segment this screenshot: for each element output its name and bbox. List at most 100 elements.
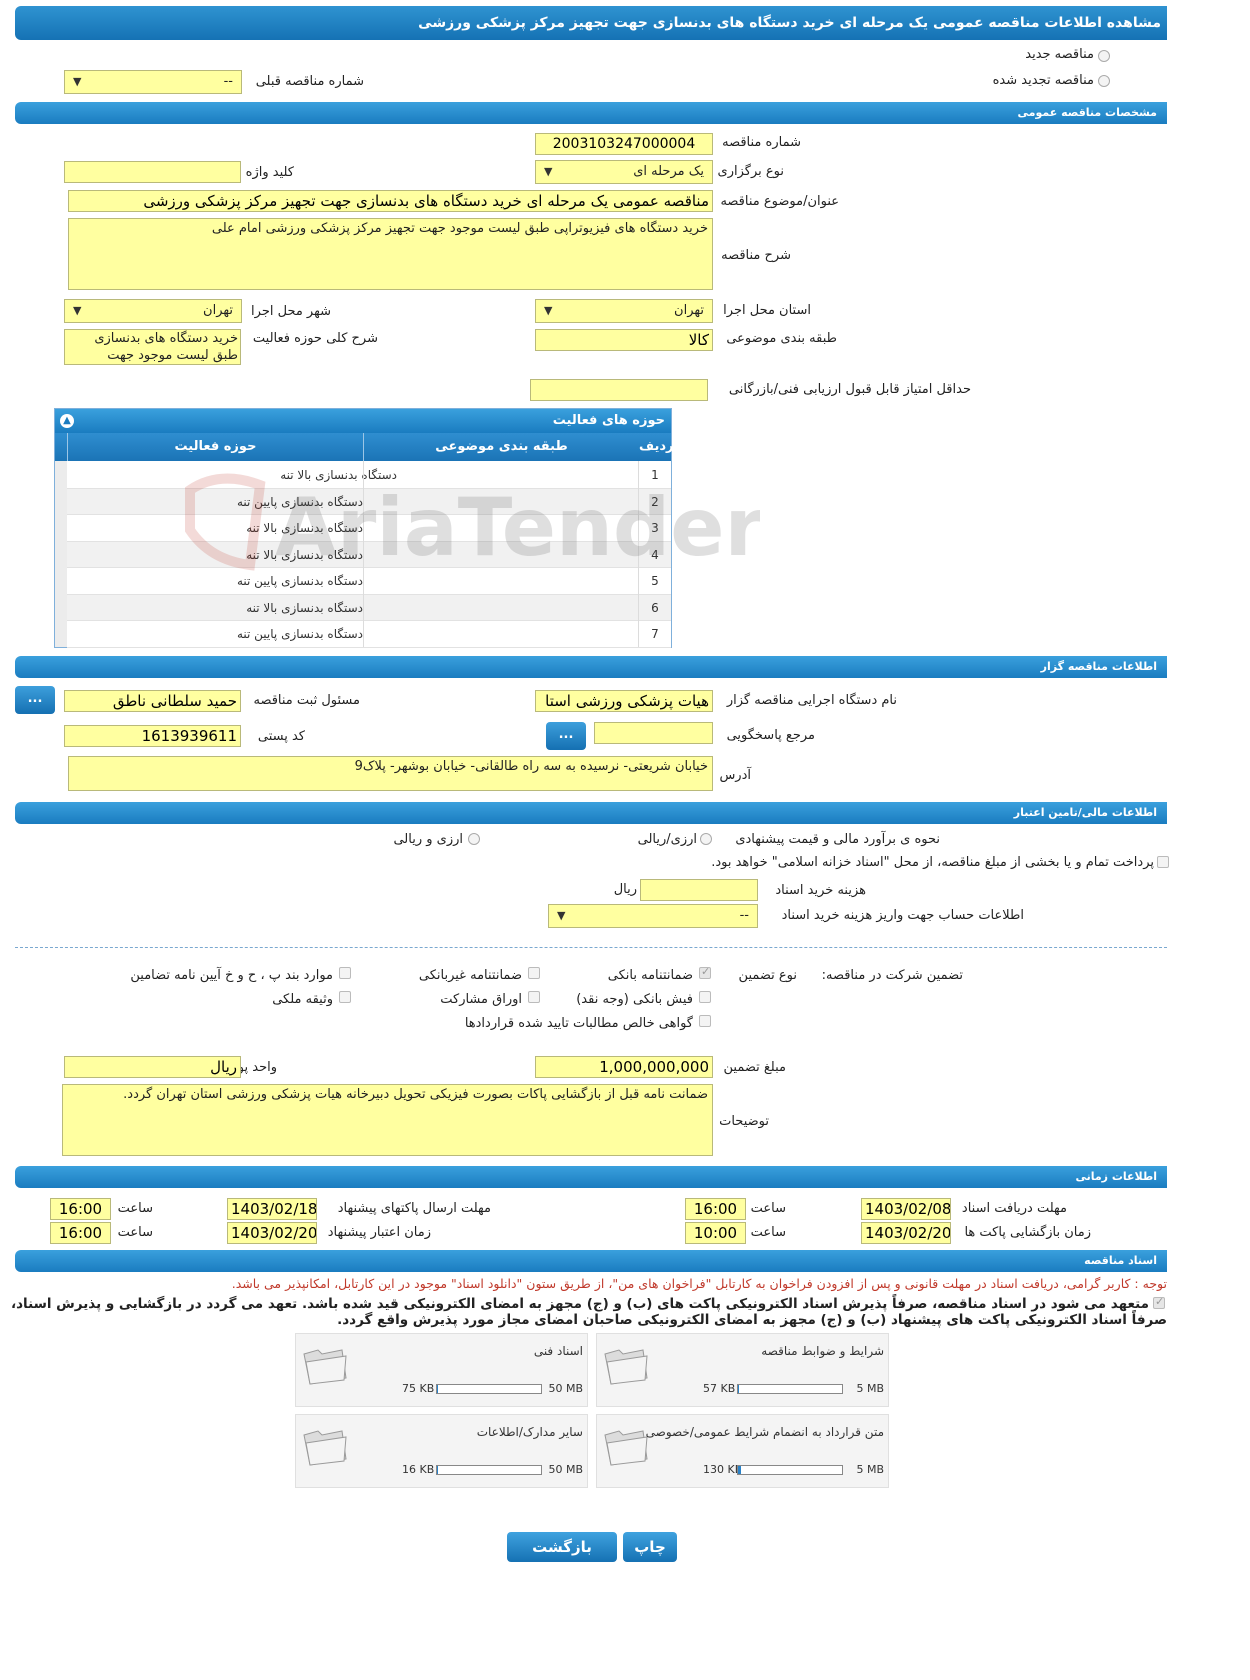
opening-field[interactable]: 1403/02/20: [861, 1222, 951, 1244]
amount-field[interactable]: 1,000,000,000: [535, 1056, 713, 1078]
col-row: ردیف: [639, 439, 674, 454]
org-field[interactable]: هیات پزشکی ورزشی استا: [535, 690, 713, 712]
divider: [15, 947, 1167, 948]
file-technical[interactable]: اسناد فنی 75 KB 50 MB: [295, 1333, 588, 1407]
province-label: استان محل اجرا: [723, 303, 811, 318]
category-label: طبقه بندی موضوعی: [726, 331, 837, 346]
treasury-checkbox[interactable]: [1157, 856, 1169, 868]
currency-field[interactable]: ریال: [64, 1056, 241, 1078]
fx-radio[interactable]: [468, 833, 480, 845]
time-label: ساعت: [750, 1201, 786, 1216]
nonbank-guarantee-checkbox[interactable]: [528, 967, 540, 979]
cash-label: فیش بانکی (وجه نقد): [576, 992, 693, 1007]
col-field: حوزه فعالیت: [67, 433, 363, 461]
notes-field[interactable]: ضمانت نامه قبل از بازگشایی پاکات بصورت ف…: [62, 1084, 713, 1156]
doc-cost-field[interactable]: [640, 879, 758, 901]
doc-deadline-field[interactable]: 1403/02/08: [861, 1198, 951, 1220]
min-score-field[interactable]: [530, 379, 708, 401]
renewed-tender-radio[interactable]: [1098, 75, 1110, 87]
cash-checkbox[interactable]: [699, 991, 711, 1003]
address-label: آدرس: [719, 768, 751, 783]
bonds-checkbox[interactable]: [528, 991, 540, 1003]
col-category: طبقه بندی موضوعی: [363, 433, 639, 461]
province-select[interactable]: تهران ▼: [535, 299, 713, 323]
claims-label: گواهی خالص مطالبات تایید شده قراردادها: [464, 1016, 693, 1031]
ref-lookup-button[interactable]: ...: [546, 722, 586, 750]
folder-icon: [604, 1349, 648, 1385]
doc-deadline-time[interactable]: 16:00: [685, 1198, 746, 1220]
file-progress: [436, 1384, 542, 1394]
chevron-down-icon: ▼: [557, 909, 566, 922]
file-conditions[interactable]: شرایط و ضوابط مناقصه 57 KB 5 MB: [596, 1333, 889, 1407]
ref-field[interactable]: [594, 722, 713, 744]
rial-radio[interactable]: [700, 833, 712, 845]
watermark-logo: AriaTender.neT: [180, 470, 949, 580]
new-tender-radio[interactable]: [1098, 50, 1110, 62]
account-value: --: [739, 908, 749, 923]
subject-field[interactable]: مناقصه عمومی یک مرحله ای خرید دستگاه های…: [68, 190, 713, 212]
validity-field[interactable]: 1403/02/20: [227, 1222, 317, 1244]
prev-tender-select[interactable]: -- ▼: [64, 70, 242, 94]
activity-desc-label: شرح کلی حوزه فعالیت: [252, 331, 378, 346]
account-select[interactable]: -- ▼: [548, 904, 758, 928]
keyword-field[interactable]: [64, 161, 241, 183]
doc-cost-label: هزینه خرید اسناد: [775, 883, 866, 898]
file-max: 50 MB: [548, 1382, 583, 1395]
row-field: دستگاه بدنسازی پایین تنه: [236, 627, 363, 641]
file-name: سایر مدارک/اطلاعات: [476, 1425, 583, 1439]
nonbank-guarantee-label: ضمانتنامه غیربانکی: [418, 968, 522, 983]
city-select[interactable]: تهران ▼: [64, 299, 242, 323]
activity-desc-field[interactable]: خرید دستگاه های بدنسازی طبق لیست موجود ج…: [64, 329, 241, 365]
clauses-checkbox[interactable]: [339, 967, 351, 979]
opening-time[interactable]: 10:00: [685, 1222, 746, 1244]
chevron-down-icon: ▼: [73, 75, 82, 88]
table-row[interactable]: 6 دستگاه بدنسازی بالا تنه: [67, 594, 671, 621]
file-other[interactable]: سایر مدارک/اطلاعات 16 KB 50 MB: [295, 1414, 588, 1488]
guarantee-label: تضمین شرکت در مناقصه:: [821, 968, 963, 983]
time-label: ساعت: [750, 1225, 786, 1240]
table-row[interactable]: 7 دستگاه بدنسازی پایین تنه: [67, 621, 671, 648]
documents-notice: توجه : کاربر گرامی، دریافت اسناد در مهلت…: [231, 1276, 1167, 1291]
tender-no-field[interactable]: 2003103247000004: [535, 133, 713, 155]
file-progress: [436, 1465, 542, 1475]
claims-checkbox[interactable]: [699, 1015, 711, 1027]
commit-checkbox[interactable]: [1153, 1295, 1165, 1309]
file-max: 5 MB: [856, 1382, 884, 1395]
file-progress-fill: [437, 1466, 438, 1474]
min-score-label: حداقل امتیاز قابل قبول ارزیابی فنی/بازرگ…: [728, 382, 971, 397]
postal-label: کد پستی: [257, 729, 305, 744]
row-field: دستگاه بدنسازی بالا تنه: [246, 600, 363, 615]
holding-type-label: نوع برگزاری: [717, 164, 784, 179]
org-label: نام دستگاه اجرایی مناقصه گزار: [726, 693, 897, 708]
validity-time[interactable]: 16:00: [50, 1222, 111, 1244]
postal-field[interactable]: 1613939611: [64, 725, 241, 747]
desc-field[interactable]: خرید دستگاه های فیزیوتراپی طبق لیست موجو…: [68, 218, 713, 290]
renewed-tender-label: مناقصه تجدید شده: [992, 73, 1094, 88]
folder-icon: [604, 1430, 648, 1466]
chevron-down-icon: ▼: [544, 165, 553, 178]
file-name: اسناد فنی: [533, 1344, 583, 1358]
file-contract[interactable]: متن قرارداد به انضمام شرایط عمومی/خصوصی …: [596, 1414, 889, 1488]
collapse-icon[interactable]: ▲: [60, 414, 74, 428]
bank-guarantee-checkbox[interactable]: [699, 965, 711, 979]
holding-type-select[interactable]: یک مرحله ای ▼: [535, 160, 713, 184]
send-deadline-field[interactable]: 1403/02/18: [227, 1198, 317, 1220]
print-button[interactable]: چاپ: [623, 1532, 677, 1562]
property-checkbox[interactable]: [339, 991, 351, 1003]
folder-icon: [303, 1349, 347, 1385]
page-title: مشاهده اطلاعات مناقصه عمومی یک مرحله ای …: [15, 6, 1167, 40]
address-field[interactable]: خیابان شریعتی- نرسیده به سه راه طالقانی-…: [68, 756, 713, 791]
category-field[interactable]: کالا: [535, 329, 713, 351]
holding-type-value: یک مرحله ای: [633, 164, 704, 179]
guarantee-type-label: نوع تضمین: [738, 968, 797, 983]
organizer-section-header: اطلاعات مناقصه گزار: [15, 656, 1167, 678]
send-deadline-time[interactable]: 16:00: [50, 1198, 111, 1220]
resp-field[interactable]: حمید سلطانی ناطق: [64, 690, 241, 712]
new-tender-label: مناقصه جدید: [1025, 47, 1094, 62]
fx-option-label: ارزی و ریالی: [393, 832, 463, 847]
back-button[interactable]: بازگشت: [507, 1532, 617, 1562]
keyword-label: کلید واژه: [245, 165, 294, 180]
resp-lookup-button[interactable]: ...: [15, 686, 55, 714]
file-progress-fill: [437, 1385, 438, 1393]
bonds-label: اوراق مشارکت: [440, 992, 522, 1007]
